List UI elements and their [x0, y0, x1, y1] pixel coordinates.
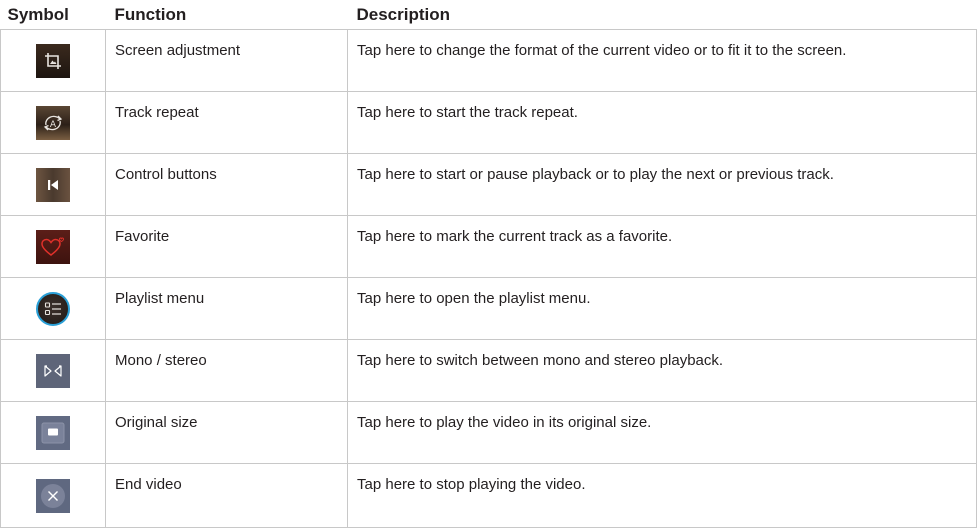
- function-cell: Favorite: [105, 215, 348, 278]
- previous-track-icon: [36, 167, 70, 202]
- symbol-cell: [0, 153, 106, 216]
- table-row: Screen adjustment Tap here to change the…: [0, 29, 977, 92]
- screen-adjustment-icon: [36, 43, 70, 78]
- function-cell: Control buttons: [105, 153, 348, 216]
- description-cell: Tap here to open the playlist menu.: [347, 277, 977, 340]
- function-cell: Original size: [105, 401, 348, 464]
- description-cell: Tap here to play the video in its origin…: [347, 401, 977, 464]
- header-function: Function: [105, 0, 348, 30]
- symbol-cell: [0, 401, 106, 464]
- mono-stereo-icon: [36, 353, 70, 388]
- function-cell: Mono / stereo: [105, 339, 348, 402]
- symbol-cell: [0, 215, 106, 278]
- table-row: Original size Tap here to play the video…: [0, 401, 977, 464]
- end-video-icon: [36, 478, 70, 513]
- table-row: End video Tap here to stop playing the v…: [0, 463, 977, 528]
- table-row: Control buttons Tap here to start or pau…: [0, 153, 977, 216]
- symbol-cell: A: [0, 91, 106, 154]
- function-cell: Playlist menu: [105, 277, 348, 340]
- symbol-cell: [0, 277, 106, 340]
- description-cell: Tap here to change the format of the cur…: [347, 29, 977, 92]
- table-row: Favorite Tap here to mark the current tr…: [0, 215, 977, 278]
- description-cell: Tap here to start or pause playback or t…: [347, 153, 977, 216]
- original-size-icon: [36, 415, 70, 450]
- table-row: Playlist menu Tap here to open the playl…: [0, 277, 977, 340]
- header-symbol: Symbol: [0, 0, 106, 30]
- symbol-function-table: Symbol Function Description Screen adjus…: [0, 0, 977, 528]
- description-cell: Tap here to switch between mono and ster…: [347, 339, 977, 402]
- function-cell: End video: [105, 463, 348, 528]
- description-cell: Tap here to mark the current track as a …: [347, 215, 977, 278]
- function-cell: Track repeat: [105, 91, 348, 154]
- favorite-heart-icon: [36, 229, 70, 264]
- description-cell: Tap here to start the track repeat.: [347, 91, 977, 154]
- symbol-cell: [0, 463, 106, 528]
- table-row: A Track repeat Tap here to start the tra…: [0, 91, 977, 154]
- description-cell: Tap here to stop playing the video.: [347, 463, 977, 528]
- svg-text:A: A: [50, 120, 57, 130]
- function-cell: Screen adjustment: [105, 29, 348, 92]
- symbol-cell: [0, 29, 106, 92]
- table-row: Mono / stereo Tap here to switch between…: [0, 339, 977, 402]
- track-repeat-icon: A: [36, 105, 70, 140]
- table-header-row: Symbol Function Description: [0, 0, 977, 30]
- header-description: Description: [347, 0, 977, 30]
- playlist-menu-icon: [36, 291, 70, 326]
- symbol-cell: [0, 339, 106, 402]
